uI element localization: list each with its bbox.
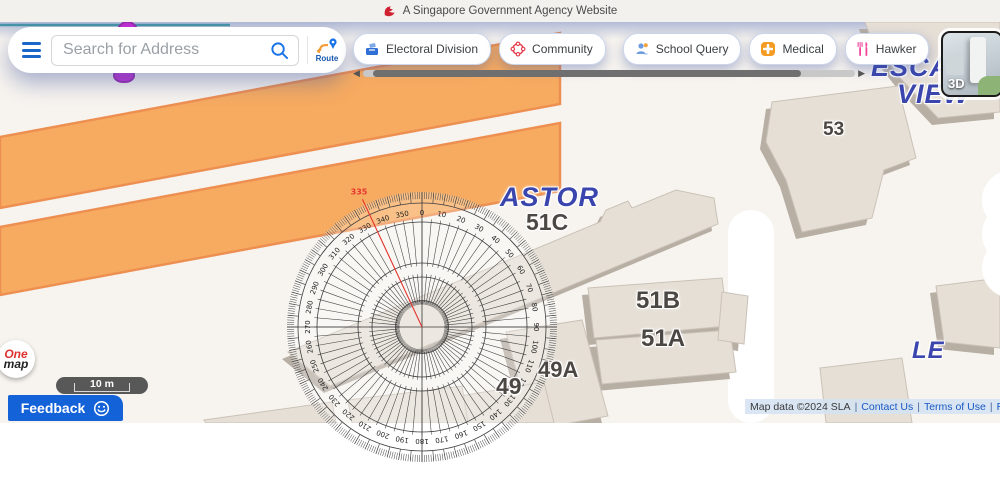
sg-lion-crest-icon	[383, 5, 396, 18]
medical-cross-icon	[760, 41, 776, 57]
edge-control-button[interactable]	[982, 170, 1000, 298]
3d-thumbnail-green	[978, 76, 1000, 97]
category-scrollbar: ◀ ▶	[353, 68, 865, 78]
scroll-left-arrow-icon[interactable]: ◀	[353, 68, 360, 78]
category-community[interactable]: Community	[499, 33, 606, 65]
search-icon[interactable]	[270, 41, 289, 60]
map-attribution: Map data ©2024 SLA | Contact Us | Terms …	[745, 399, 1000, 414]
category-school-query[interactable]: School Query	[623, 33, 742, 65]
building-label-49a: 49A	[538, 359, 578, 381]
category-medical[interactable]: Medical	[749, 33, 836, 65]
search-box	[51, 35, 299, 66]
school-icon	[634, 41, 650, 57]
route-label: Route	[316, 54, 339, 63]
svg-text:180: 180	[415, 437, 428, 445]
svg-text:10: 10	[437, 210, 447, 219]
ballot-box-icon	[364, 41, 380, 57]
building-label-51c: 51C	[526, 211, 568, 234]
scrollbar-thumb[interactable]	[373, 70, 801, 77]
street-label-le: LE	[912, 339, 945, 363]
onemap-logo-map: map	[4, 358, 29, 370]
building-label-51a: 51A	[641, 327, 685, 351]
building-label-51b: 51B	[636, 289, 680, 313]
feedback-label: Feedback	[21, 400, 86, 416]
search-panel: Route	[8, 27, 346, 73]
attribution-text: Map data ©2024 SLA	[750, 401, 851, 413]
scrollbar-track[interactable]	[363, 70, 855, 77]
route-button[interactable]: Route	[308, 37, 346, 63]
menu-icon[interactable]	[22, 39, 41, 62]
route-icon	[315, 37, 339, 53]
svg-text:90: 90	[532, 323, 540, 332]
hawker-utensils-icon	[856, 41, 870, 57]
govt-banner-text: A Singapore Government Agency Website	[403, 5, 618, 17]
scroll-right-arrow-icon[interactable]: ▶	[858, 68, 865, 78]
search-input[interactable]	[52, 41, 270, 59]
contact-us-link[interactable]: Contact Us	[861, 401, 913, 413]
3d-thumbnail-building	[946, 54, 963, 75]
map-scale-bar: 10 m	[56, 377, 148, 394]
community-icon	[510, 41, 526, 57]
category-pill-row: Electoral Division Community School Quer…	[353, 33, 929, 63]
svg-text:80: 80	[530, 302, 539, 312]
building-label-53: 53	[823, 120, 844, 139]
separator: |	[855, 401, 858, 413]
category-label: Community	[532, 42, 593, 56]
street-label-astor: ASTOR	[500, 184, 599, 211]
separator: |	[990, 401, 993, 413]
svg-text:270: 270	[304, 320, 312, 333]
category-label: Hawker	[876, 42, 917, 56]
category-hawker[interactable]: Hawker	[845, 33, 930, 65]
svg-text:335: 335	[351, 187, 368, 196]
separator: |	[917, 401, 920, 413]
category-electoral-division[interactable]: Electoral Division	[353, 33, 491, 65]
category-label: Electoral Division	[386, 42, 478, 56]
report-link[interactable]: Report V	[997, 401, 1000, 413]
3d-thumbnail-tower	[970, 37, 986, 83]
terms-of-use-link[interactable]: Terms of Use	[924, 401, 986, 413]
smiley-icon	[93, 400, 110, 417]
scale-label: 10 m	[56, 378, 148, 390]
category-label: Medical	[782, 42, 823, 56]
svg-text:0: 0	[420, 209, 424, 217]
govt-banner: A Singapore Government Agency Website	[0, 0, 1000, 22]
3d-button-label: 3D	[948, 76, 965, 91]
map-3d-toggle-button[interactable]: 3D	[941, 31, 1000, 97]
feedback-button[interactable]: Feedback	[8, 395, 123, 421]
category-label: School Query	[656, 42, 729, 56]
building-label-49: 49	[496, 375, 522, 398]
